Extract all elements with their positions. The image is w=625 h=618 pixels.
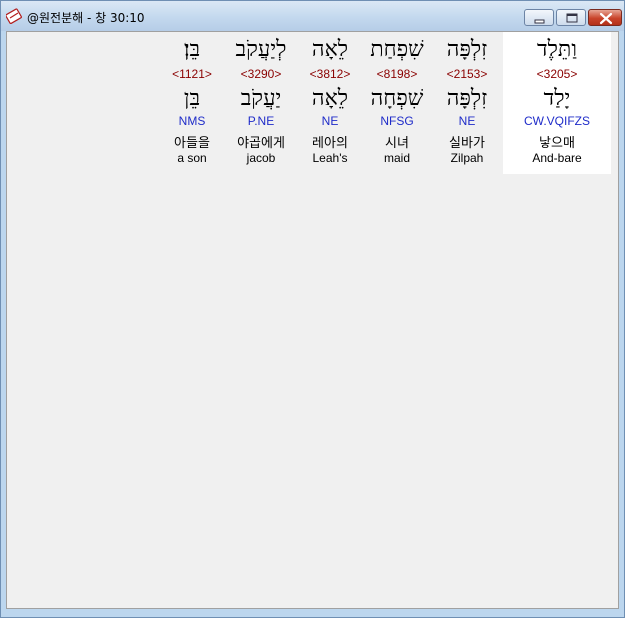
parsing-code: NFSG (380, 114, 414, 128)
word-column[interactable]: שִׁפְחַת <8198> שִׁפְחָה NFSG 시녀 maid (363, 32, 431, 174)
english-gloss: a son (177, 151, 207, 165)
korean-gloss: 실바가 (449, 136, 485, 151)
strong-number[interactable]: <1121> (163, 67, 221, 81)
maximize-icon (566, 13, 578, 23)
close-icon (599, 12, 613, 25)
strong-number[interactable]: <3205> (503, 67, 611, 81)
korean-gloss: 시녀 (385, 136, 409, 151)
hebrew-root: בֵּן (183, 86, 201, 111)
english-gloss: Leah's (312, 151, 348, 165)
parsing-code: NE (321, 114, 339, 128)
close-button[interactable] (588, 9, 622, 26)
word-column[interactable]: לֵאָה <3812> לֵאָה NE 레아의 Leah's (297, 32, 363, 174)
app-window: @원전분해 - 창 30:10 וַתֵּלֶד <3205> יָלַד CW… (0, 0, 625, 618)
parsing-code: CW.VQIFZS (524, 114, 590, 128)
hebrew-word: זִלְפָּה (446, 37, 488, 62)
korean-gloss: 아들을 (174, 136, 210, 151)
hebrew-word: לְיַעֲקֹב (235, 37, 287, 62)
maximize-button[interactable] (556, 9, 586, 26)
parsing-code: NMS (178, 114, 206, 128)
strong-number[interactable]: <2153> (433, 67, 501, 81)
korean-gloss: 야곱에게 (237, 136, 285, 151)
hebrew-root: לֵאָה (311, 86, 349, 111)
hebrew-word: בֵּן׃ (183, 37, 201, 62)
english-gloss: Zilpah (450, 151, 484, 165)
word-column-selected[interactable]: וַתֵּלֶד <3205> יָלַד CW.VQIFZS 낳으매 And-… (503, 32, 611, 174)
parsing-code: P.NE (247, 114, 275, 128)
title-bar[interactable]: @원전분해 - 창 30:10 (1, 1, 624, 31)
window-bottom-border (6, 609, 619, 613)
strong-number[interactable]: <3812> (297, 67, 363, 81)
bible-app-icon (6, 8, 22, 24)
window-title: @원전분해 - 창 30:10 (27, 11, 145, 25)
hebrew-word: שִׁפְחַת (370, 37, 424, 62)
hebrew-root: יָלַד (543, 86, 571, 111)
korean-gloss: 레아의 (312, 136, 348, 151)
word-column[interactable]: זִלְפָּה <2153> זִלְפָּה NE 실바가 Zilpah (433, 32, 501, 174)
parsing-code: NE (458, 114, 476, 128)
hebrew-root: זִלְפָּה (446, 86, 488, 111)
hebrew-root: שִׁפְחָה (370, 86, 424, 111)
korean-gloss: 낳으매 (539, 136, 575, 151)
hebrew-word: לֵאָה (311, 37, 349, 62)
english-gloss: maid (383, 151, 410, 165)
hebrew-word: וַתֵּלֶד (537, 37, 577, 62)
strong-number[interactable]: <3290> (225, 67, 297, 81)
hebrew-root: יַעֲקֹב (240, 86, 282, 111)
interlinear-panel: וַתֵּלֶד <3205> יָלַד CW.VQIFZS 낳으매 And-… (6, 31, 619, 609)
word-column[interactable]: בֵּן׃ <1121> בֵּן NMS 아들을 a son (163, 32, 221, 174)
minimize-icon (534, 19, 545, 24)
strong-number[interactable]: <8198> (363, 67, 431, 81)
minimize-button[interactable] (524, 9, 554, 26)
word-column[interactable]: לְיַעֲקֹב <3290> יַעֲקֹב P.NE 야곱에게 jacob (225, 32, 297, 174)
english-gloss: And-bare (532, 151, 582, 165)
english-gloss: jacob (246, 151, 276, 165)
